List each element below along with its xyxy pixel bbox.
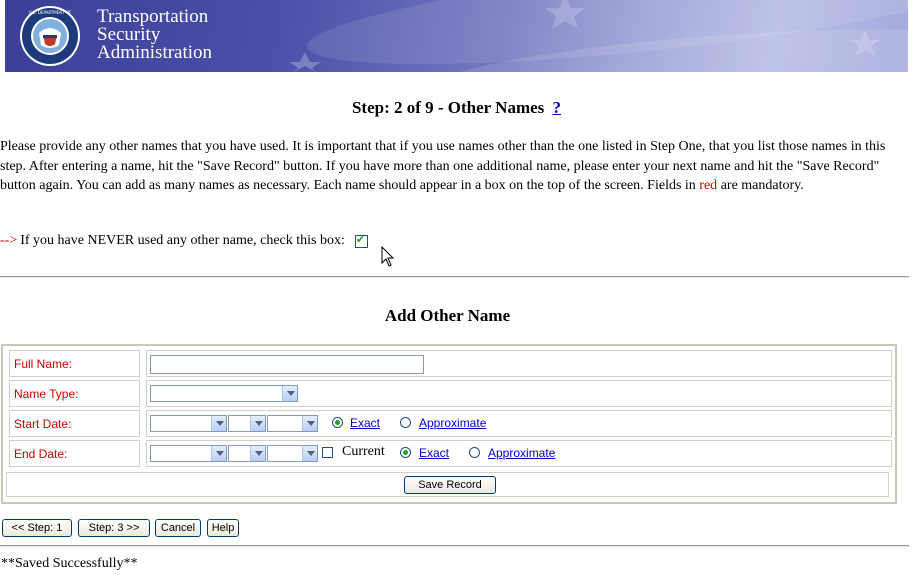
- instructions-paragraph: Please provide any other names that you …: [0, 137, 900, 196]
- section-title: Add Other Name: [384, 306, 511, 325]
- mouse-cursor-icon: [381, 246, 395, 267]
- svg-text:U.S. DEPARTMENT OF: U.S. DEPARTMENT OF: [29, 10, 73, 15]
- full-name-cell: [146, 350, 892, 377]
- next-step-button[interactable]: Step: 3 >>: [78, 519, 150, 537]
- start-exact-link[interactable]: Exact: [350, 416, 380, 430]
- save-record-button[interactable]: Save Record: [404, 476, 496, 494]
- page-title: Step: 2 of 9 - Other Names ?: [0, 98, 913, 118]
- full-name-label: Full Name:: [9, 350, 140, 377]
- end-approximate-radio[interactable]: [469, 447, 480, 458]
- end-exact-link[interactable]: Exact: [419, 446, 449, 460]
- name-type-label: Name Type:: [9, 380, 140, 407]
- end-date-cell: Current Exact Approximate: [146, 440, 892, 467]
- never-used-checkbox[interactable]: [354, 233, 368, 248]
- header-banner: U.S. DEPARTMENT OF Transportation Securi…: [5, 0, 908, 72]
- previous-step-button[interactable]: << Step: 1: [2, 519, 72, 537]
- end-month-select[interactable]: [150, 445, 227, 462]
- chevron-down-icon: [282, 386, 297, 401]
- add-other-name-form: Full Name: Name Type: Start Date: Exact …: [1, 344, 897, 504]
- chevron-down-icon: [250, 446, 265, 461]
- intro-red-word: red: [699, 178, 718, 193]
- start-month-select[interactable]: [150, 415, 227, 432]
- agency-name: Transportation Security Administration: [97, 7, 213, 63]
- save-row: Save Record: [6, 472, 889, 497]
- end-exact-radio[interactable]: [400, 447, 411, 458]
- start-day-select[interactable]: [228, 415, 266, 432]
- help-question-link[interactable]: ?: [553, 98, 562, 117]
- status-message: **Saved Successfully**: [1, 556, 138, 571]
- divider: [0, 545, 909, 547]
- end-date-label: End Date:: [9, 440, 140, 467]
- start-year-select[interactable]: [267, 415, 318, 432]
- chevron-down-icon: [302, 446, 317, 461]
- never-used-row: --> If you have NEVER used any other nam…: [0, 233, 368, 249]
- intro-text-end: are mandatory.: [717, 178, 804, 193]
- start-approximate-link[interactable]: Approximate: [419, 416, 486, 430]
- name-type-select[interactable]: [150, 385, 298, 402]
- chevron-down-icon: [302, 416, 317, 431]
- current-label: Current: [342, 444, 385, 459]
- help-button[interactable]: Help: [207, 519, 239, 537]
- never-used-label: If you have NEVER used any other name, c…: [20, 233, 345, 248]
- start-date-cell: Exact Approximate: [146, 410, 892, 437]
- chevron-down-icon: [211, 446, 226, 461]
- end-approximate-link[interactable]: Approximate: [488, 446, 555, 460]
- agency-line-3: Administration: [97, 42, 213, 63]
- chevron-down-icon: [250, 416, 265, 431]
- arrow-indicator: -->: [0, 233, 18, 248]
- start-exact-radio[interactable]: [332, 417, 343, 428]
- end-day-select[interactable]: [228, 445, 266, 462]
- dhs-seal-logo: U.S. DEPARTMENT OF: [20, 6, 80, 66]
- cancel-button[interactable]: Cancel: [155, 519, 201, 537]
- start-approximate-radio[interactable]: [400, 417, 411, 428]
- end-year-select[interactable]: [267, 445, 318, 462]
- full-name-input[interactable]: [150, 355, 424, 374]
- start-date-label: Start Date:: [9, 410, 140, 437]
- step-title-text: Step: 2 of 9 - Other Names: [351, 98, 545, 117]
- chevron-down-icon: [211, 416, 226, 431]
- name-type-cell: [146, 380, 892, 407]
- current-checkbox[interactable]: [322, 447, 333, 458]
- divider: [0, 276, 909, 278]
